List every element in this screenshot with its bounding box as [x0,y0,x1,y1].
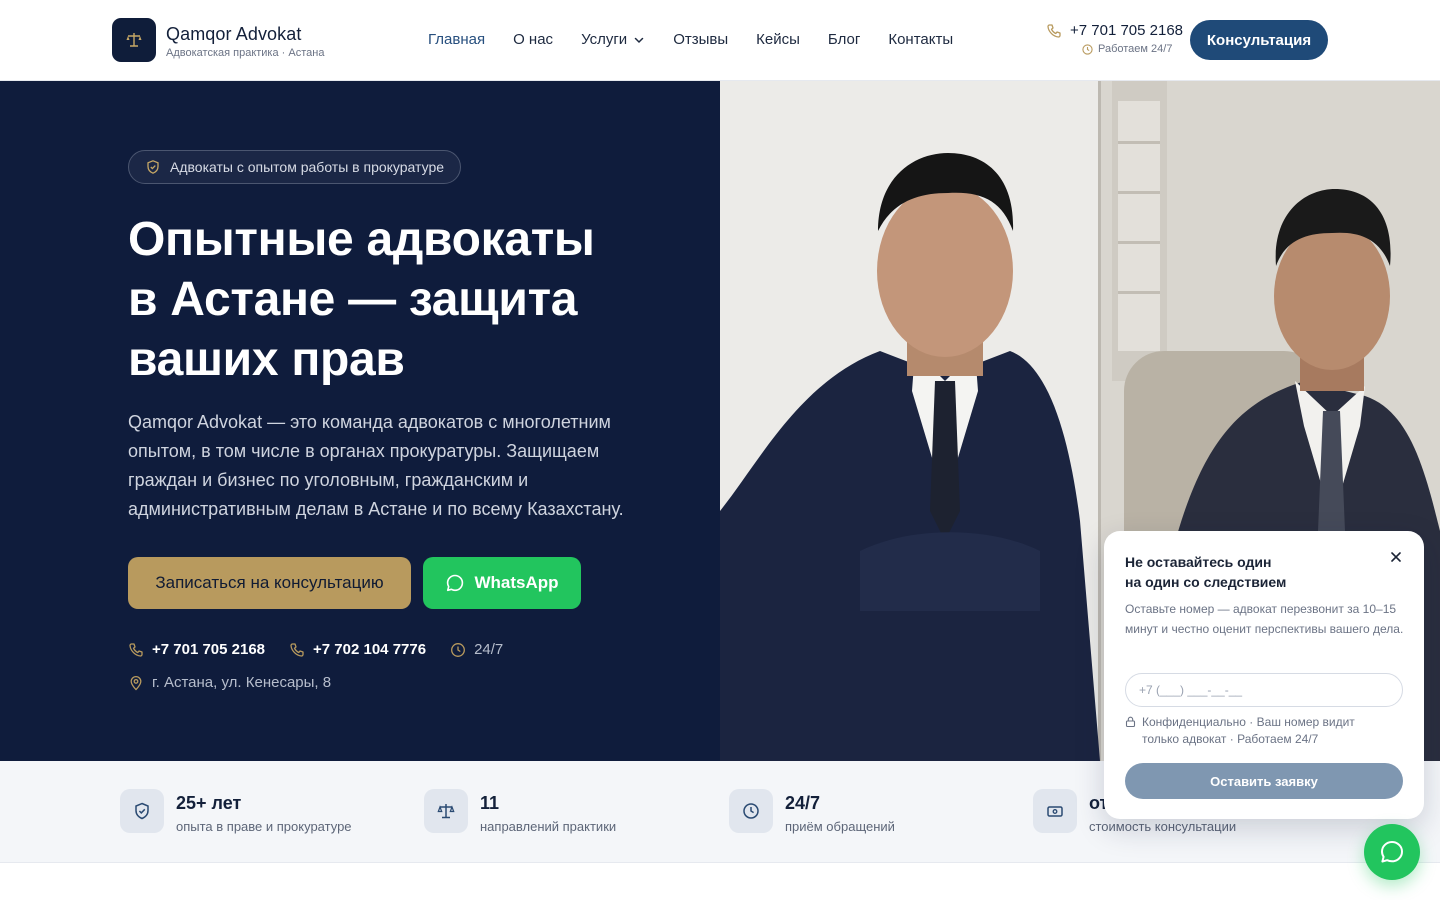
hero-availability-text: 24/7 [474,641,504,658]
phone-icon [1047,23,1061,38]
hero-title-line-3: ваших прав [128,333,405,386]
popup-text: Оставьте номер — адвокат перезвонит за 1… [1125,602,1404,636]
stat-practice-areas-value: 11 [480,793,500,813]
stat-price-label: стоимость консультации [1089,819,1237,834]
whatsapp-icon [447,574,464,592]
hero-phone-2[interactable]: +7 702 104 7776 [289,641,426,658]
popup-privacy-note: Конфиденциально · Ваш номер видит только… [1125,714,1395,748]
hero-address: г. Астана, ул. Кенесары, 8 [128,674,331,691]
close-icon[interactable] [1388,549,1404,565]
hero-availability: 24/7 [450,641,503,658]
stat-experience-icon-box [120,789,164,833]
logo[interactable] [112,18,156,62]
header-phone[interactable]: +7 701 705 2168 [1046,22,1183,39]
nav-item-about[interactable]: О нас [513,31,553,48]
nav-item-reviews[interactable]: Отзывы [673,31,728,48]
nav-item-cases[interactable]: Кейсы [756,31,800,48]
header-phone-number: +7 701 705 2168 [1070,22,1184,39]
shield-icon [135,802,149,820]
money-icon [1047,806,1063,817]
submit-request-button[interactable]: Оставить заявку [1125,763,1403,799]
stat-availability-icon-box [729,789,773,833]
phone-icon [290,642,304,657]
hero-contacts: +7 701 705 2168 +7 702 104 7776 24/7 [128,641,503,658]
clock-icon [1082,43,1093,55]
stat-practice-areas-icon-box [424,789,468,833]
nav-item-services[interactable]: Услуги [581,31,645,48]
location-pin-icon [130,675,142,690]
nav-item-contacts[interactable]: Контакты [888,31,953,48]
nav-item-home[interactable]: Главная [428,31,485,48]
stat-availability-label: приём обращений [785,819,895,834]
hero-phone-1[interactable]: +7 701 705 2168 [128,641,265,658]
stat-availability-value: 24/7 [785,793,821,813]
header-hours: Работаем 24/7 [1082,43,1172,55]
site-header: Qamqor Advokat Адвокатская практика · Ас… [0,0,1440,81]
hero-badge: Адвокаты с опытом работы в прокуратуре [128,150,462,184]
header-hours-text: Работаем 24/7 [1098,43,1173,55]
stat-practice-areas: 11 направлений практики [424,789,616,834]
hero-description: Qamqor Advokat — это команда адвокатов с… [128,412,624,519]
scales-logo-icon [126,33,142,47]
hero-title-line-2: в Астане — защита [128,273,578,326]
hero-address-text: г. Астана, ул. Кенесары, 8 [152,674,332,691]
popup-title-line-2: на один со следствием [1125,574,1287,590]
hero-phone-2-number: +7 702 104 7776 [313,641,427,658]
chevron-down-icon [634,37,644,43]
phone-input[interactable] [1125,673,1403,707]
stat-practice-areas-label: направлений практики [480,819,617,834]
popup-privacy-text: Конфиденциально · Ваш номер видит только… [1142,715,1355,746]
whatsapp-button-label: WhatsApp [474,573,559,592]
hero-title-line-1: Опытные адвокаты [128,213,595,266]
consultation-button[interactable]: Консультация [1190,20,1328,60]
whatsapp-button[interactable]: WhatsApp [423,557,581,609]
stat-experience-label: опыта в праве и прокуратуре [176,819,352,834]
clock-icon [743,803,759,819]
nav-item-blog[interactable]: Блог [828,31,860,48]
brand-name[interactable]: Qamqor Advokat [166,24,301,45]
callback-popup: Не оставайтесь один на один со следствие… [1104,531,1424,819]
scales-icon [437,804,455,819]
brand-subtitle: Адвокатская практика · Астана [166,47,325,59]
phone-icon [129,642,143,657]
clock-icon [451,642,466,657]
stat-experience: 25+ лет опыта в праве и прокуратуре [120,789,352,834]
popup-title-line-1: Не оставайтесь один [1125,554,1272,570]
shield-check-icon [147,160,159,174]
popup-title: Не оставайтесь один на один со следствие… [1125,552,1365,592]
floating-chat-button[interactable] [1364,824,1420,880]
stat-price-icon-box [1033,789,1077,833]
hero-title: Опытные адвокаты в Астане — защита ваших… [128,210,668,390]
main-nav: Главная О нас Услуги Отзывы Кейсы Блог К… [428,31,953,48]
book-consultation-button[interactable]: Записаться на консультацию [128,557,411,609]
stat-availability: 24/7 приём обращений [729,789,895,834]
lock-icon [1125,716,1136,727]
hero-phone-1-number: +7 701 705 2168 [152,641,266,658]
nav-item-services-label: Услуги [581,31,628,48]
hero-badge-text: Адвокаты с опытом работы в прокуратуре [170,159,445,175]
stat-experience-value: 25+ лет [176,793,242,813]
chat-bubble-icon [1381,841,1403,863]
